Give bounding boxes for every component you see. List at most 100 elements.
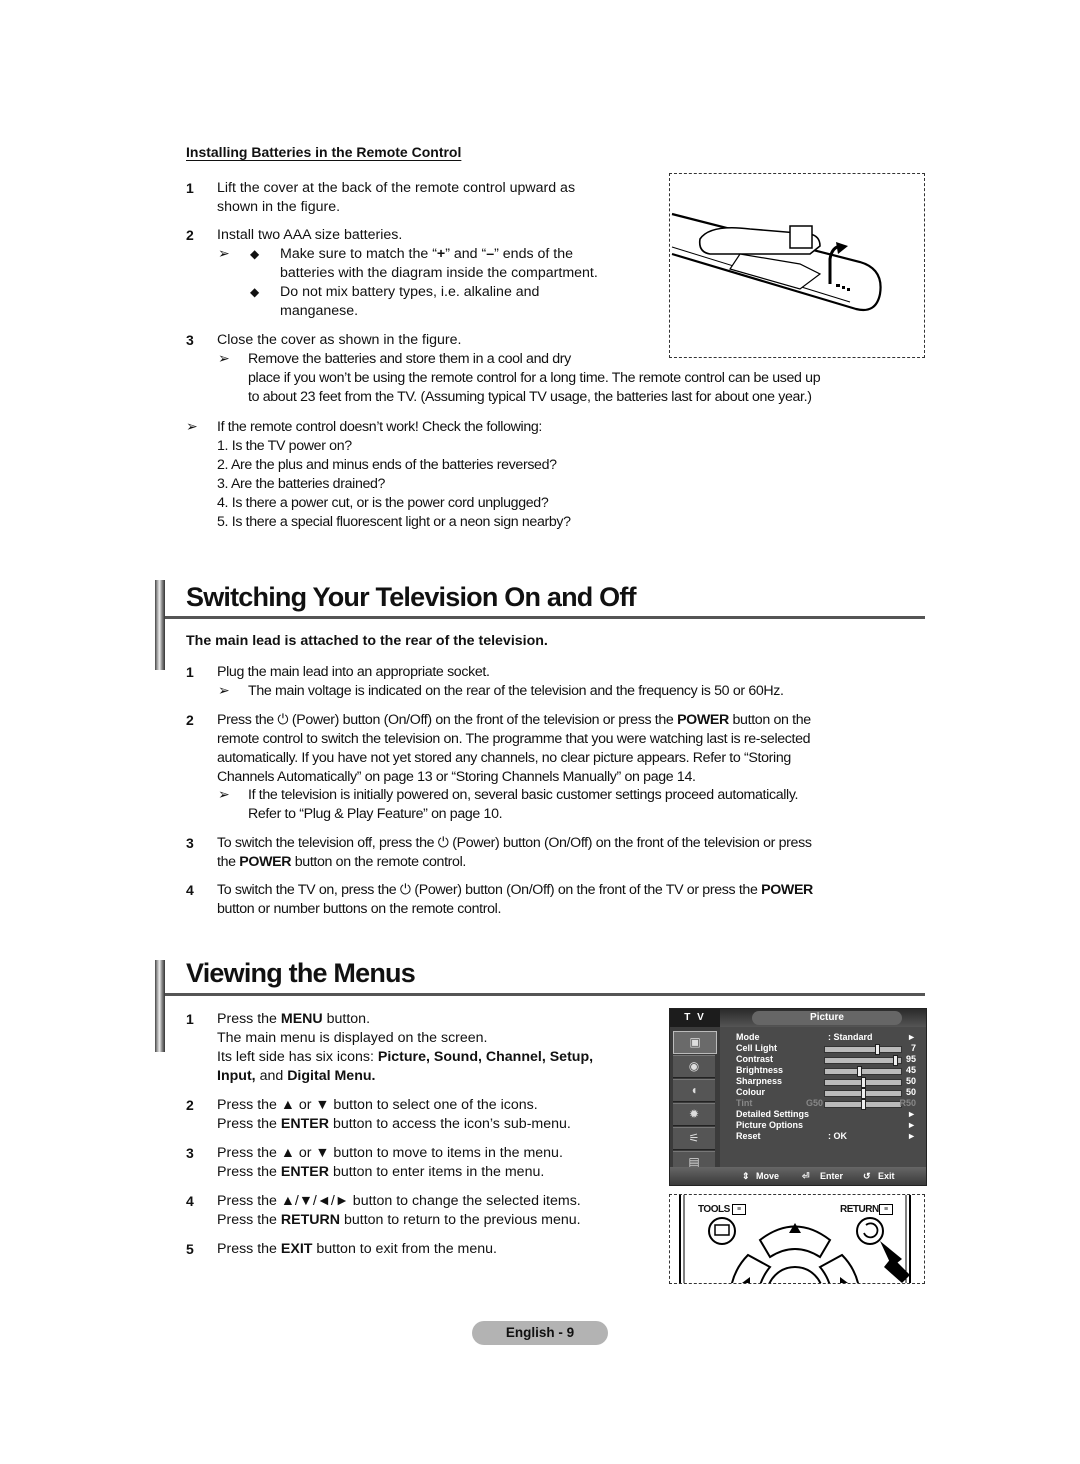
note-text: Remove the batteries and store them in a… bbox=[248, 351, 571, 367]
step-text: Press the ⏻ (Power) button (On/Off) on t… bbox=[217, 712, 811, 728]
osd-menu-item: Cell Light 7 bbox=[736, 1043, 916, 1055]
osd-slider bbox=[824, 1066, 902, 1077]
step-number: 1 bbox=[186, 664, 194, 680]
picture-icon: ▣ bbox=[673, 1031, 717, 1054]
osd-menu-item: Sharpness 50 bbox=[736, 1076, 916, 1088]
note-arrow-icon: ➢ bbox=[218, 351, 230, 367]
osd-item-number: 50 bbox=[905, 1076, 916, 1086]
chevron-right-icon: ► bbox=[907, 1120, 916, 1130]
step-number: 2 bbox=[186, 227, 194, 243]
step-text: Press the RETURN button to return to the… bbox=[217, 1212, 581, 1228]
enter-icon: ⏎ bbox=[802, 1171, 810, 1181]
step-number: 1 bbox=[186, 1011, 194, 1027]
step-number: 2 bbox=[186, 1097, 194, 1113]
section-title: Viewing the Menus bbox=[186, 958, 416, 988]
osd-slider bbox=[824, 1088, 902, 1099]
osd-menu-item: Brightness 45 bbox=[736, 1065, 916, 1077]
section-marker-bar bbox=[155, 960, 165, 1052]
osd-menu-item: Reset : OK ► bbox=[736, 1131, 916, 1142]
note-arrow-icon: ➢ bbox=[218, 683, 230, 699]
input-icon: ⚟ bbox=[673, 1127, 715, 1150]
osd-menu-item: Detailed Settings ► bbox=[736, 1109, 916, 1120]
osd-menu-item: Mode: Standard ► bbox=[736, 1032, 916, 1043]
step-text: The main menu is displayed on the screen… bbox=[217, 1030, 488, 1046]
step-text: the POWER button on the remote control. bbox=[217, 854, 466, 870]
step-text: Press the ▲ or ▼ button to move to items… bbox=[217, 1145, 563, 1161]
step-text: button or number buttons on the remote c… bbox=[217, 901, 502, 917]
osd-item-number: 50 bbox=[905, 1087, 916, 1097]
diamond-bullet-icon: ◆ bbox=[250, 247, 260, 261]
osd-item-number: 45 bbox=[905, 1065, 916, 1075]
chevron-right-icon: ► bbox=[907, 1131, 916, 1141]
osd-item-value: : OK bbox=[828, 1131, 847, 1141]
step-number: 3 bbox=[186, 332, 194, 348]
step-text: automatically. If you have not yet store… bbox=[217, 750, 791, 766]
note-text: Refer to “Plug & Play Feature” on page 1… bbox=[248, 806, 503, 822]
return-menu-icon: ≡ bbox=[879, 1204, 893, 1215]
osd-item-label: Cell Light bbox=[736, 1043, 777, 1053]
power-icon: ⏻ bbox=[277, 712, 289, 728]
section-title: Switching Your Television On and Off bbox=[186, 582, 637, 612]
note-arrow-icon: ➢ bbox=[218, 246, 230, 262]
osd-title: Picture bbox=[752, 1011, 902, 1025]
step-text: Install two AAA size batteries. bbox=[217, 227, 403, 243]
osd-item-label: Mode bbox=[736, 1032, 760, 1042]
osd-item-number: 7 bbox=[910, 1043, 916, 1053]
remote-control-battery-cover-illustration bbox=[671, 212, 882, 312]
step-text: Close the cover as shown in the figure. bbox=[217, 332, 462, 348]
step-text: To switch the TV on, press the ⏻ (Power)… bbox=[217, 882, 813, 898]
osd-menu-item: Picture Options ► bbox=[736, 1120, 916, 1131]
osd-item-min-label: G50 bbox=[806, 1098, 824, 1108]
step-text: Input, and Digital Menu. bbox=[217, 1068, 376, 1084]
tv-picture-menu-screenshot: T V Picture ▣ ◉ ◖ ✹ ⚟ ▤ Mode : Standard ► C… bbox=[669, 1008, 927, 1186]
osd-item-label: Tint bbox=[736, 1098, 753, 1108]
note-text: place if you won’t be using the remote c… bbox=[248, 370, 821, 386]
osd-icon-sidebar: ▣ ◉ ◖ ✹ ⚟ ▤ bbox=[670, 1027, 720, 1174]
page-number-badge: English - 9 bbox=[472, 1321, 608, 1345]
note-text: If the remote control doesn’t work! Chec… bbox=[217, 419, 543, 435]
step-number: 3 bbox=[186, 835, 194, 851]
osd-slider bbox=[824, 1044, 902, 1055]
note-text: manganese. bbox=[280, 303, 359, 319]
setup-icon: ✹ bbox=[673, 1103, 715, 1126]
batteries-heading: Installing Batteries in the Remote Contr… bbox=[186, 144, 462, 160]
step-number: 3 bbox=[186, 1145, 194, 1161]
power-icon: ⏻ bbox=[437, 835, 449, 851]
power-icon: ⏻ bbox=[399, 882, 411, 898]
step-text: Lift the cover at the back of the remote… bbox=[217, 180, 576, 196]
osd-item-value: : Standard bbox=[828, 1032, 873, 1042]
note-text: Make sure to match the “+” and “–” ends … bbox=[280, 246, 573, 262]
step-text: Press the EXIT button to exit from the m… bbox=[217, 1241, 497, 1257]
osd-item-label: Contrast bbox=[736, 1054, 774, 1064]
note-text: to about 23 feet from the TV. (Assuming … bbox=[248, 389, 812, 405]
tools-icon: ≡ bbox=[732, 1204, 746, 1215]
osd-item-label: Picture Options bbox=[736, 1120, 804, 1130]
battery-figure bbox=[669, 173, 925, 358]
osd-menu-item: Contrast 95 bbox=[736, 1054, 916, 1066]
osd-exit-label: Exit bbox=[878, 1171, 895, 1181]
note-text: Do not mix battery types, i.e. alkaline … bbox=[280, 284, 540, 300]
return-button-label: RETURN bbox=[840, 1204, 879, 1215]
osd-source-label: T V bbox=[670, 1009, 720, 1027]
step-text: Press the ENTER button to enter items in… bbox=[217, 1164, 545, 1180]
osd-menu-item: Colour 50 bbox=[736, 1087, 916, 1099]
note-arrow-icon: ➢ bbox=[186, 419, 198, 435]
step-number: 2 bbox=[186, 712, 194, 728]
osd-item-label: Colour bbox=[736, 1087, 765, 1097]
section-subtitle: The main lead is attached to the rear of… bbox=[186, 633, 548, 649]
step-text: To switch the television off, press the … bbox=[217, 835, 812, 851]
section-rule bbox=[165, 616, 925, 619]
section-rule bbox=[165, 993, 925, 996]
sound-icon: ◉ bbox=[673, 1055, 715, 1078]
osd-item-label: Brightness bbox=[736, 1065, 784, 1075]
osd-item-label: Reset bbox=[736, 1131, 761, 1141]
note-arrow-icon: ➢ bbox=[218, 787, 230, 803]
troubleshoot-item: 3. Are the batteries drained? bbox=[217, 476, 386, 492]
step-number: 4 bbox=[186, 882, 194, 898]
note-text: The main voltage is indicated on the rea… bbox=[248, 683, 784, 699]
troubleshoot-item: 5. Is there a special fluorescent light … bbox=[217, 514, 571, 530]
troubleshoot-item: 2. Are the plus and minus ends of the ba… bbox=[217, 457, 557, 473]
osd-item-number: 95 bbox=[905, 1054, 916, 1064]
step-number: 5 bbox=[186, 1241, 194, 1257]
step-text: Press the ▲ or ▼ button to select one of… bbox=[217, 1097, 538, 1113]
